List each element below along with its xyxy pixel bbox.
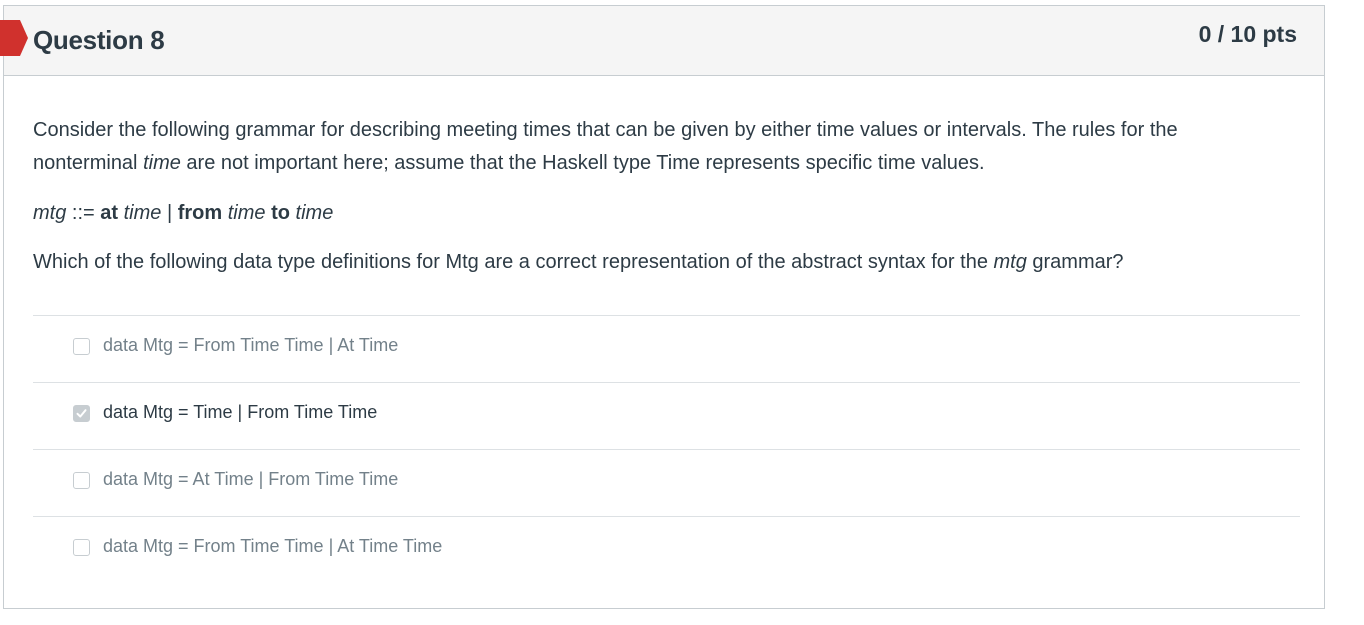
grammar-keyword-from: from [177, 202, 223, 224]
intro-line-2-start: nonterminal [33, 152, 144, 174]
question-prompt: Which of the following data type definit… [33, 246, 1301, 279]
answer-checkbox[interactable] [73, 539, 90, 556]
grammar-keyword-to: to [271, 202, 290, 224]
grammar-rule: mtg ::= at time | from time to time [33, 197, 1301, 230]
question-text: Consider the following grammar for descr… [33, 114, 1301, 279]
answer-option[interactable]: data Mtg = From Time Time | At Time [33, 315, 1300, 382]
grammar-nonterminal-time: time [295, 202, 334, 224]
quiz-question: Question 8 0 / 10 pts Consider the follo… [3, 5, 1325, 609]
grammar-nonterminal-time: time [227, 202, 266, 224]
answer-checkbox[interactable] [73, 338, 90, 355]
checkmark-icon [76, 409, 87, 418]
intro-term-time: time [143, 152, 181, 174]
answer-list: data Mtg = From Time Time | At Time data… [33, 315, 1300, 583]
grammar-nonterminal-time: time [123, 202, 162, 224]
answer-text: data Mtg = At Time | From Time Time [103, 469, 399, 489]
prompt-term-mtg: mtg [993, 251, 1027, 273]
answer-option[interactable]: data Mtg = At Time | From Time Time [33, 449, 1300, 516]
question-intro: Consider the following grammar for descr… [33, 114, 1301, 180]
intro-line-2-end: are not important here; assume that the … [180, 152, 985, 174]
question-header: Question 8 0 / 10 pts [4, 6, 1324, 76]
answer-text: data Mtg = From Time Time | At Time [103, 335, 399, 355]
question-flag-icon [0, 20, 28, 56]
answer-option[interactable]: data Mtg = Time | From Time Time [33, 382, 1300, 449]
prompt-start: Which of the following data type definit… [33, 251, 994, 273]
answer-text: data Mtg = Time | From Time Time [103, 402, 378, 422]
intro-line-1: Consider the following grammar for descr… [33, 119, 1178, 141]
answer-option[interactable]: data Mtg = From Time Time | At Time Time [33, 516, 1300, 583]
grammar-nonterminal-mtg: mtg [33, 202, 67, 224]
grammar-keyword-at: at [100, 202, 119, 224]
grammar-def-symbol: ::= [66, 202, 101, 224]
prompt-end: grammar? [1026, 251, 1124, 273]
question-title: Question 8 [33, 25, 165, 55]
answer-text: data Mtg = From Time Time | At Time Time [103, 536, 443, 556]
grammar-alternative-bar: | [161, 202, 178, 224]
answer-checkbox[interactable] [73, 472, 90, 489]
question-points: 0 / 10 pts [1198, 21, 1297, 47]
answer-checkbox[interactable] [73, 405, 90, 422]
